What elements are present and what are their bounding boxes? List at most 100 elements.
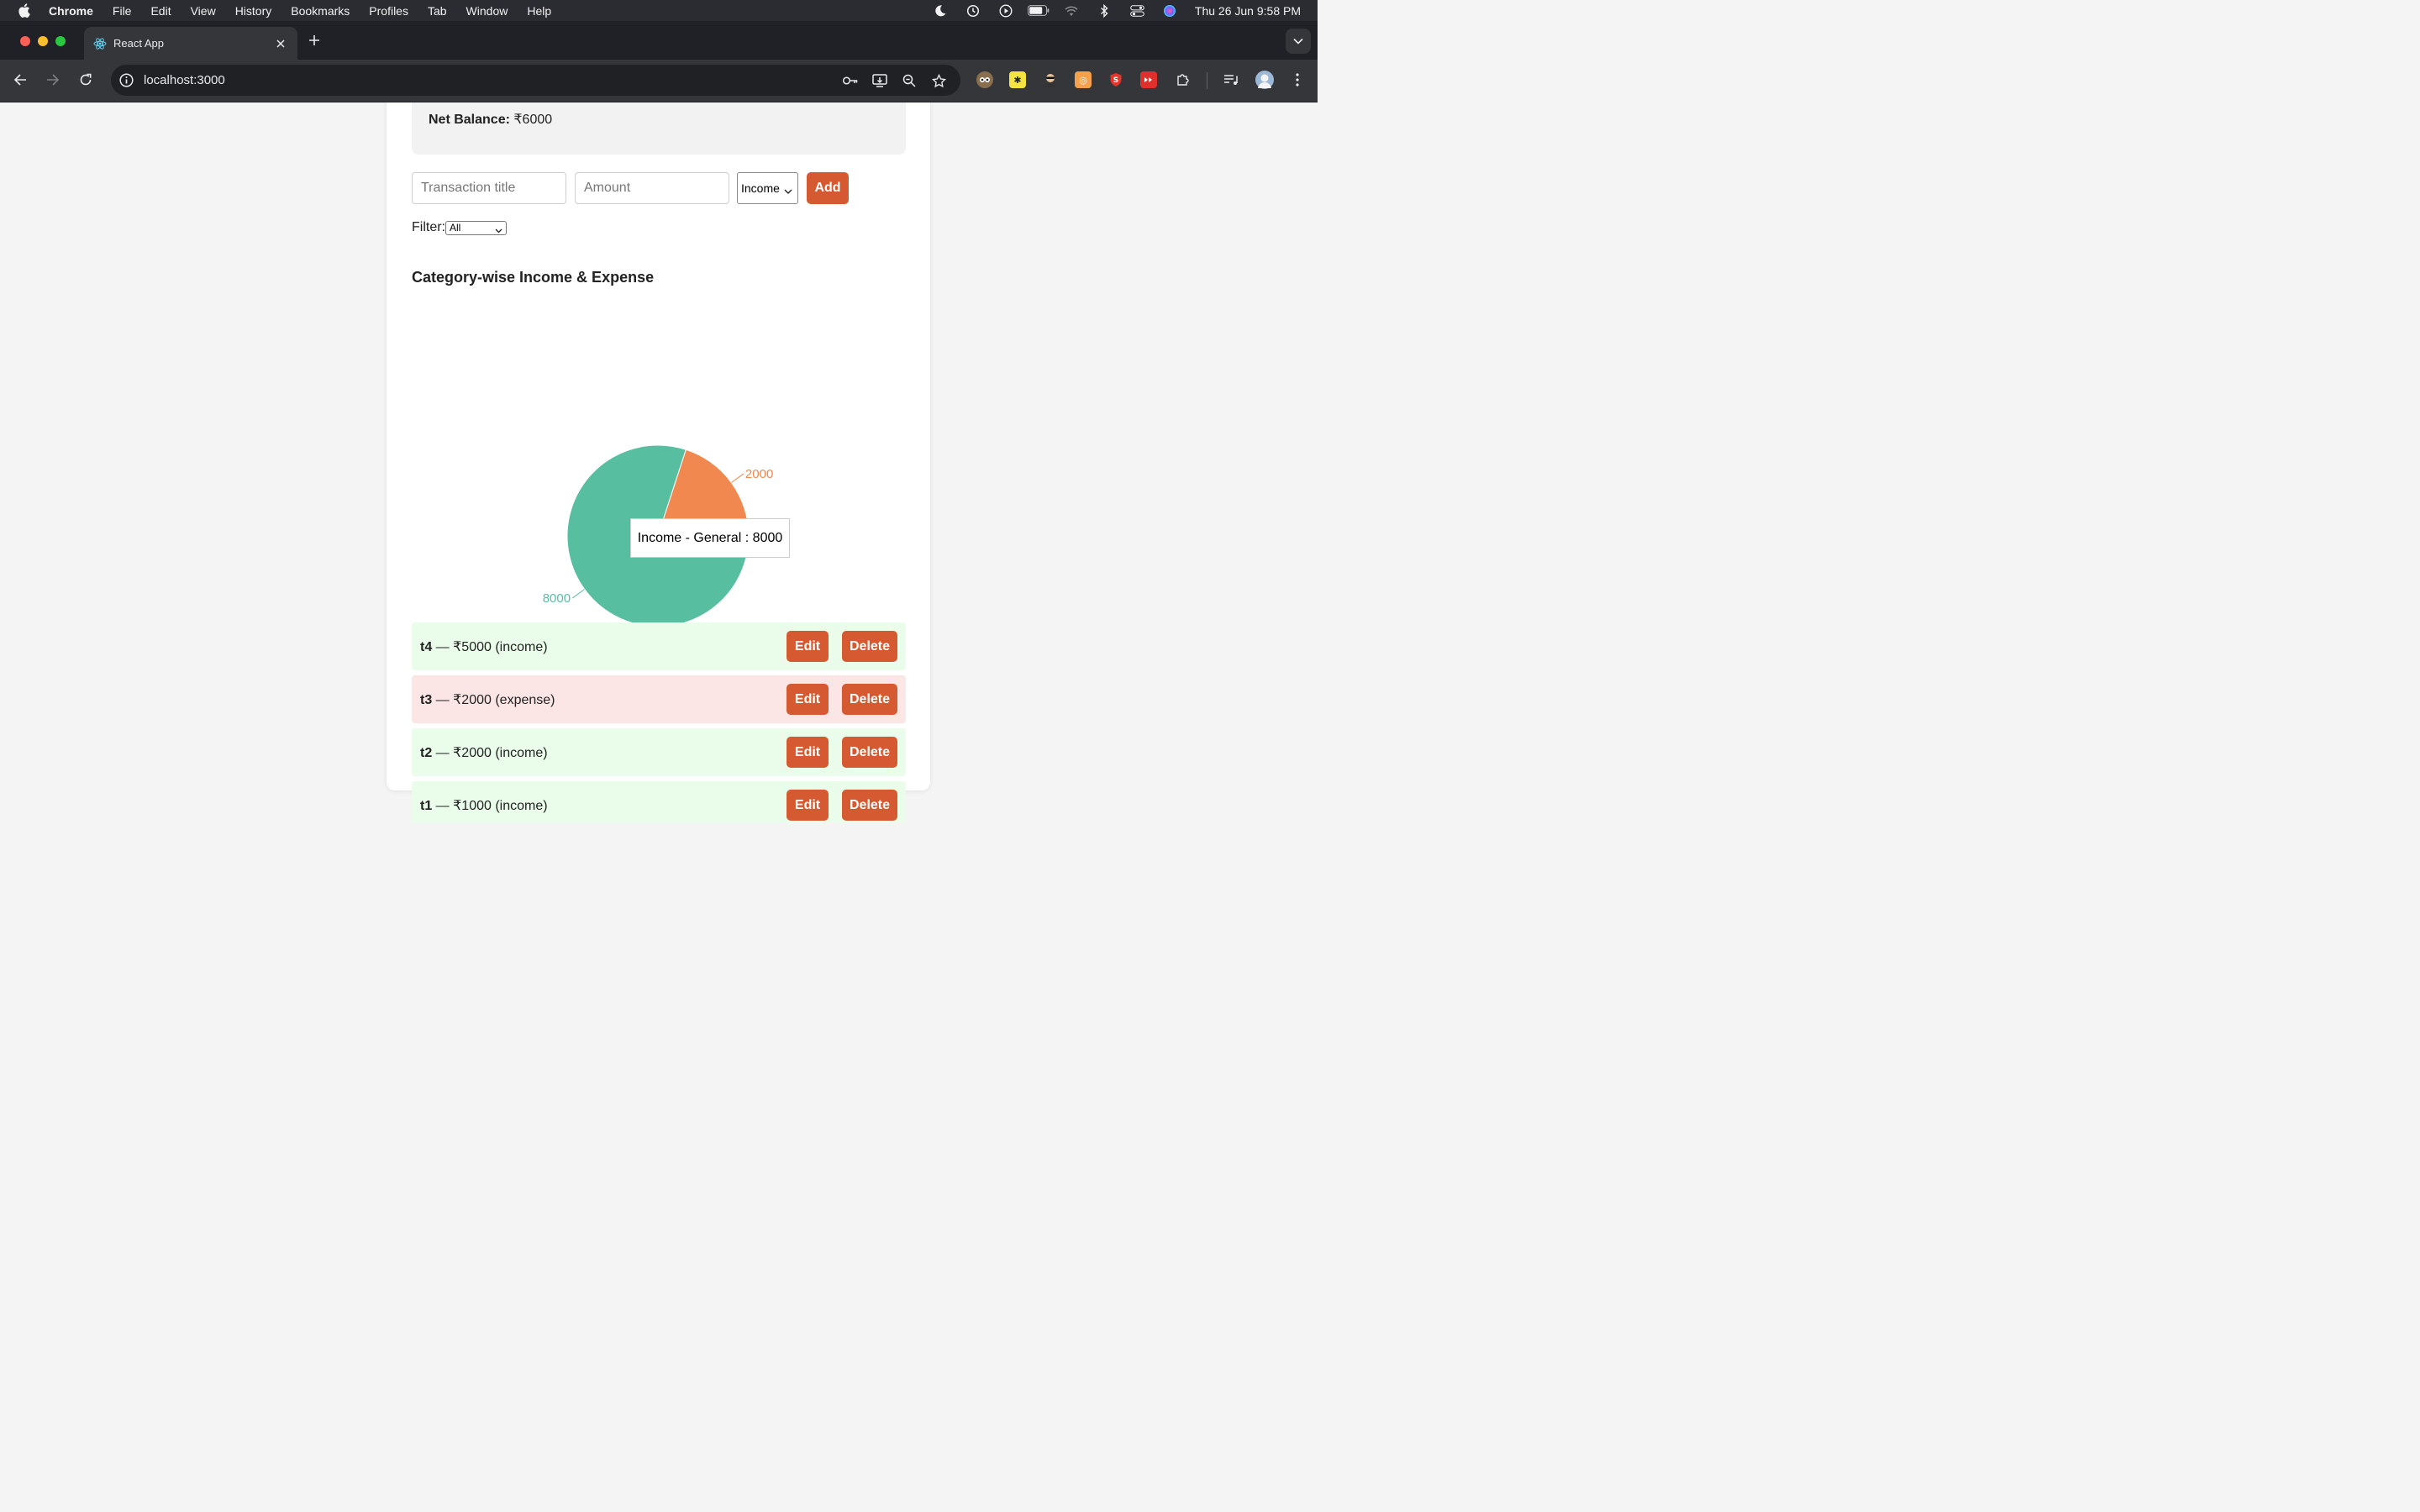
transaction-row: t4 — ₹5000 (income) Edit Delete [412,622,906,670]
transaction-title: t2 [420,745,433,760]
chrome-menu-icon[interactable] [1289,71,1306,88]
delete-button[interactable]: Delete [842,684,897,715]
edit-button[interactable]: Edit [786,684,829,715]
siri-icon[interactable] [1154,4,1186,18]
net-balance-value: ₹6000 [513,113,553,127]
edit-button[interactable]: Edit [786,631,829,662]
address-url: localhost:3000 [144,73,225,87]
browser-tab-strip: React App [0,21,1318,60]
play-icon[interactable] [990,3,1023,18]
wifi-icon[interactable] [1055,5,1088,17]
pie-label-line [731,473,744,483]
profile-avatar[interactable] [1255,71,1274,89]
pie-slice-label: 2000 [745,467,773,481]
transaction-row: t3 — ₹2000 (expense) Edit Delete [412,675,906,723]
extension-owl-icon[interactable] [976,71,993,88]
transaction-title-input[interactable] [412,172,566,204]
delete-button[interactable]: Delete [842,737,897,768]
menu-help[interactable]: Help [527,4,551,18]
install-app-icon[interactable] [871,72,888,89]
transaction-text: t4 — ₹5000 (income) [420,638,548,655]
apple-logo-icon[interactable] [18,3,31,18]
reload-icon[interactable] [76,71,95,89]
zoom-icon[interactable] [901,72,918,89]
balance-summary: Net Balance: ₹6000 [412,102,906,155]
expense-tracker-card: Net Balance: ₹6000 Income Add Filter: Al… [387,102,930,823]
tab-title: React App [113,37,164,50]
bluetooth-icon[interactable] [1088,3,1121,18]
net-balance: Net Balance: ₹6000 [429,111,552,128]
menu-bookmarks[interactable]: Bookmarks [291,4,350,18]
menu-view[interactable]: View [191,4,216,18]
filter-label: Filter: [412,220,445,234]
edit-button[interactable]: Edit [786,790,829,821]
site-info-icon[interactable] [118,72,134,88]
macos-menu-bar: Chrome File Edit View History Bookmarks … [0,0,1318,21]
transaction-detail: — ₹1000 (income) [432,798,548,813]
media-controls-icon[interactable] [1223,71,1239,88]
svg-text:S: S [1113,76,1118,85]
transaction-text: t1 — ₹1000 (income) [420,797,548,814]
react-logo-icon [93,37,107,50]
filter-value: All [450,221,461,234]
menu-tab[interactable]: Tab [428,4,447,18]
filter-select[interactable]: All [445,220,507,237]
transaction-row: t2 — ₹2000 (income) Edit Delete [412,728,906,776]
menu-clock[interactable]: Thu 26 Jun 9:58 PM [1195,4,1301,18]
edit-button[interactable]: Edit [786,737,829,768]
amount-input[interactable] [575,172,729,204]
window-minimize-button[interactable] [38,36,48,46]
password-key-icon[interactable] [842,72,859,89]
extension-shield-icon[interactable]: S [1107,71,1124,88]
chevron-down-icon [784,184,792,197]
chart-section-title: Category-wise Income & Expense [412,269,655,286]
pie-label-line [571,589,585,599]
tab-close-icon[interactable] [274,37,287,50]
extension-asterisk-icon[interactable]: ✱ [1009,71,1026,88]
status-tray: Thu 26 Jun 9:58 PM [924,0,1301,21]
menu-window[interactable]: Window [466,4,508,18]
window-zoom-button[interactable] [55,36,66,46]
transaction-type-select[interactable]: Income [737,172,798,204]
bookmark-star-icon[interactable] [930,72,947,89]
window-close-button[interactable] [20,36,30,46]
moon-icon[interactable] [924,4,957,18]
filter-row: Filter: All [412,220,507,235]
extension-avatar-icon[interactable] [1042,71,1059,88]
transaction-row: t1 — ₹1000 (income) Edit Delete [412,781,906,823]
transaction-text: t2 — ₹2000 (income) [420,744,548,761]
menu-profiles[interactable]: Profiles [369,4,408,18]
transaction-title: t4 [420,639,433,654]
battery-icon[interactable] [1023,5,1055,16]
chart-tooltip: Income - General : 8000 [630,518,790,558]
menu-history[interactable]: History [235,4,272,18]
browser-toolbar: localhost:3000 ✱ ◎ S [0,60,1318,102]
transaction-title: t1 [420,798,433,813]
control-center-icon[interactable] [1121,4,1154,17]
transaction-type-value: Income [741,181,780,195]
delete-button[interactable]: Delete [842,631,897,662]
page-viewport: Net Balance: ₹6000 Income Add Filter: Al… [0,102,1318,823]
transaction-detail: — ₹2000 (income) [432,745,548,760]
extension-orange-icon[interactable]: ◎ [1075,71,1092,88]
time-machine-icon[interactable] [957,4,990,18]
transaction-detail: — ₹5000 (income) [432,639,548,654]
chevron-down-icon [495,224,502,237]
back-arrow-icon[interactable] [11,71,29,89]
menu-edit[interactable]: Edit [150,4,171,18]
transaction-text: t3 — ₹2000 (expense) [420,691,555,708]
net-balance-label: Net Balance: [429,113,510,127]
new-tab-icon[interactable] [306,32,323,49]
extensions-puzzle-icon[interactable] [1174,71,1191,88]
pie-slice-label: 8000 [543,591,571,606]
add-transaction-button[interactable]: Add [807,172,849,204]
browser-tab-active[interactable]: React App [84,27,297,60]
extension-video-icon[interactable] [1140,71,1157,88]
menu-app-name[interactable]: Chrome [49,4,93,18]
tab-search-chevron-icon[interactable] [1286,29,1311,54]
delete-button[interactable]: Delete [842,790,897,821]
menu-file[interactable]: File [113,4,132,18]
transaction-detail: — ₹2000 (expense) [432,692,555,707]
forward-arrow-icon[interactable] [44,71,62,89]
address-bar[interactable]: localhost:3000 [111,65,960,96]
